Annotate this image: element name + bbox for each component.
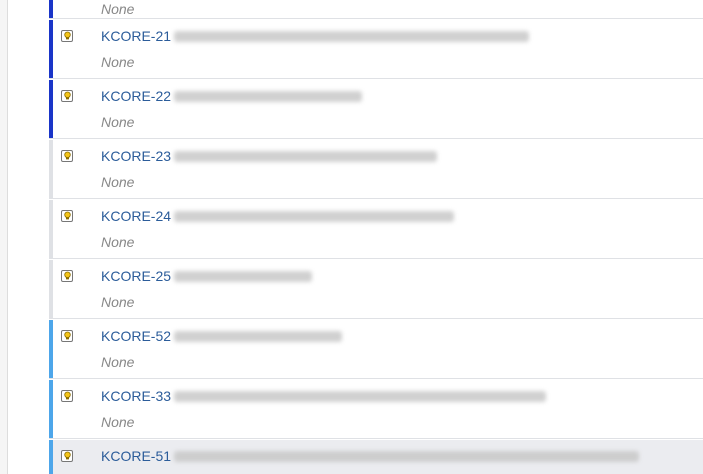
issue-row[interactable]: KCORE-23 None bbox=[49, 140, 703, 199]
rank-bar bbox=[49, 320, 53, 378]
issue-key-link[interactable]: KCORE-52 bbox=[101, 328, 171, 344]
issue-key-link[interactable]: KCORE-33 bbox=[101, 388, 171, 404]
lightbulb-icon bbox=[61, 330, 73, 342]
issue-key-link[interactable]: KCORE-22 bbox=[101, 88, 171, 104]
lightbulb-icon bbox=[61, 30, 73, 42]
issue-key-link[interactable]: KCORE-21 bbox=[101, 28, 171, 44]
issue-row[interactable]: KCORE-21 None bbox=[49, 20, 703, 79]
rank-bar bbox=[49, 80, 53, 138]
rank-bar bbox=[49, 200, 53, 258]
issue-summary[interactable] bbox=[174, 211, 454, 222]
issue-sub-value: None bbox=[101, 294, 135, 310]
rank-bar bbox=[49, 440, 53, 474]
issue-summary[interactable] bbox=[174, 331, 342, 342]
lightbulb-icon bbox=[61, 270, 73, 282]
lightbulb-icon bbox=[61, 450, 73, 462]
rank-bar bbox=[49, 20, 53, 78]
issue-summary[interactable] bbox=[174, 451, 639, 462]
issue-sub-value: None bbox=[101, 354, 135, 370]
issue-row[interactable]: None bbox=[49, 0, 703, 19]
rank-bar bbox=[49, 380, 53, 438]
issue-summary[interactable] bbox=[174, 31, 529, 42]
backlog-issue-list: None KCORE-21 None KCORE-22 None KCORE-2… bbox=[49, 0, 703, 474]
issue-sub-value: None bbox=[101, 114, 135, 130]
issue-row-selected[interactable]: KCORE-51 bbox=[49, 440, 703, 474]
issue-key-link[interactable]: KCORE-51 bbox=[101, 448, 171, 464]
lightbulb-icon bbox=[61, 150, 73, 162]
issue-summary[interactable] bbox=[174, 151, 437, 162]
issue-row[interactable]: KCORE-24 None bbox=[49, 200, 703, 259]
rank-bar bbox=[49, 140, 53, 198]
issue-sub-value: None bbox=[101, 54, 135, 70]
issue-key-link[interactable]: KCORE-25 bbox=[101, 268, 171, 284]
issue-key-link[interactable]: KCORE-23 bbox=[101, 148, 171, 164]
issue-row[interactable]: KCORE-33 None bbox=[49, 380, 703, 439]
rank-bar bbox=[49, 260, 53, 318]
issue-sub-value: None bbox=[101, 234, 135, 250]
issue-sub-value: None bbox=[101, 1, 135, 17]
rank-bar bbox=[49, 0, 53, 18]
lightbulb-icon bbox=[61, 390, 73, 402]
issue-row[interactable]: KCORE-25 None bbox=[49, 260, 703, 319]
issue-sub-value: None bbox=[101, 414, 135, 430]
issue-summary[interactable] bbox=[174, 91, 362, 102]
left-gutter bbox=[0, 0, 8, 474]
issue-row[interactable]: KCORE-52 None bbox=[49, 320, 703, 379]
lightbulb-icon bbox=[61, 210, 73, 222]
lightbulb-icon bbox=[61, 90, 73, 102]
issue-key-link[interactable]: KCORE-24 bbox=[101, 208, 171, 224]
issue-sub-value: None bbox=[101, 174, 135, 190]
issue-summary[interactable] bbox=[174, 391, 546, 402]
issue-row[interactable]: KCORE-22 None bbox=[49, 80, 703, 139]
issue-summary[interactable] bbox=[174, 271, 312, 282]
